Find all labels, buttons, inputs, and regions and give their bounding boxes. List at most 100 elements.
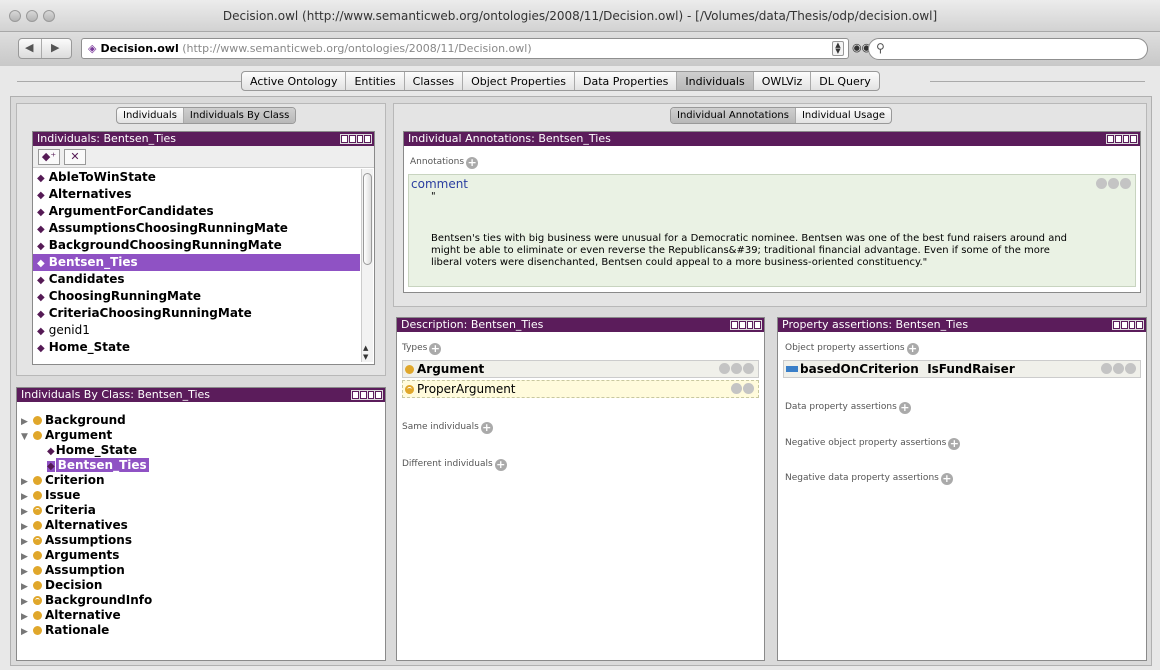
annotations-section: Annotations +: [410, 155, 479, 169]
seg-individuals-by-class[interactable]: Individuals By Class: [183, 108, 296, 123]
edit-icon[interactable]: [743, 363, 754, 374]
annotation-row[interactable]: comment " Bentsen's ties with big busine…: [408, 174, 1136, 287]
collapsed-arrow-icon[interactable]: ▶: [21, 625, 33, 640]
tab-owlviz[interactable]: OWLViz: [754, 72, 812, 90]
seg-individual-usage[interactable]: Individual Usage: [796, 108, 891, 123]
back-arrow-icon[interactable]: ◀: [25, 41, 33, 54]
scroll-down-icon[interactable]: ▼: [363, 353, 368, 361]
individual-icon: ◆: [37, 241, 45, 252]
annotation-text: Bentsen's ties with big business were un…: [431, 233, 1068, 268]
forward-arrow-icon[interactable]: ▶: [51, 41, 59, 54]
tree-individual-node[interactable]: ◆ Bentsen_Ties: [21, 458, 381, 473]
different-individuals-label: Different individuals: [402, 459, 493, 469]
tree-class-node[interactable]: ▶ Criteria: [21, 503, 381, 518]
same-individuals-section: Same individuals +: [402, 420, 493, 434]
tree-individual-node[interactable]: ◆Home_State: [21, 443, 381, 458]
add-annotation-icon[interactable]: +: [466, 157, 479, 169]
tree-class-node[interactable]: ▶ Alternatives: [21, 518, 381, 533]
tab-active-ontology[interactable]: Active Ontology: [242, 72, 347, 90]
tree-class-node[interactable]: ▶ Background: [21, 413, 381, 428]
tree-class-node[interactable]: ▶ Assumption: [21, 563, 381, 578]
individual-label: ChoosingRunningMate: [48, 289, 201, 303]
ontology-dropdown-arrow[interactable]: ▲ ▼: [832, 41, 844, 56]
view-controls-icon[interactable]: [730, 320, 762, 330]
annotations-panel-title: Individual Annotations: Bentsen_Ties: [408, 132, 611, 145]
individuals-panel-title: Individuals: Bentsen_Ties: [37, 132, 177, 145]
expanded-arrow-icon[interactable]: ▼: [21, 430, 33, 445]
individual-item[interactable]: ◆ Alternatives: [33, 186, 360, 203]
add-different-individual-icon[interactable]: +: [494, 459, 507, 471]
individual-item[interactable]: ◆ BackgroundChoosingRunningMate: [33, 237, 360, 254]
tree-class-node[interactable]: ▶ Assumptions: [21, 533, 381, 548]
tree-class-node[interactable]: ▶ Criterion: [21, 473, 381, 488]
individual-item[interactable]: ◆ AbleToWinState: [33, 169, 360, 186]
info-icon[interactable]: [1101, 363, 1112, 374]
property-assertions-panel: Property assertions: Bentsen_Ties Object…: [777, 317, 1147, 661]
view-controls-icon[interactable]: [340, 134, 372, 144]
individual-item[interactable]: ◆ ArgumentForCandidates: [33, 203, 360, 220]
individual-item[interactable]: ◆ genid1: [33, 322, 360, 339]
inferred-type-row[interactable]: ProperArgument: [402, 380, 759, 398]
tab-entities[interactable]: Entities: [346, 72, 405, 90]
tree-node-label: Decision: [45, 578, 103, 592]
different-individuals-section: Different individuals +: [402, 457, 507, 471]
add-negative-object-assertion-icon[interactable]: +: [948, 438, 961, 450]
add-object-assertion-icon[interactable]: +: [906, 343, 919, 355]
delete-icon[interactable]: [1113, 363, 1124, 374]
delete-individual-icon[interactable]: ✕: [64, 149, 86, 165]
tree-class-node[interactable]: ▶ BackgroundInfo: [21, 593, 381, 608]
add-individual-icon[interactable]: ◆⁺: [38, 149, 60, 165]
explain-icon[interactable]: [731, 383, 742, 394]
add-negative-data-assertion-icon[interactable]: +: [940, 473, 953, 485]
view-controls-icon[interactable]: [1106, 134, 1138, 144]
info-icon[interactable]: [1096, 178, 1107, 189]
object-assertion-row[interactable]: basedOnCriterion IsFundRaiser: [783, 360, 1141, 378]
tree-class-node[interactable]: ▶ Rationale: [21, 623, 381, 638]
add-same-individual-icon[interactable]: +: [480, 422, 493, 434]
defined-class-icon: [405, 385, 414, 394]
info-icon[interactable]: [743, 383, 754, 394]
search-input[interactable]: ⚲: [868, 38, 1148, 60]
individual-item[interactable]: ◆ Candidates: [33, 271, 360, 288]
individuals-scrollbar[interactable]: ▲ ▼: [361, 169, 373, 362]
tree-node-label: Alternatives: [45, 518, 128, 532]
info-icon[interactable]: [719, 363, 730, 374]
individual-label: CriteriaChoosingRunningMate: [48, 306, 252, 320]
individual-item[interactable]: ◆ CriteriaChoosingRunningMate: [33, 305, 360, 322]
individual-label: AssumptionsChoosingRunningMate: [48, 221, 288, 235]
individual-item[interactable]: ◆ AssumptionsChoosingRunningMate: [33, 220, 360, 237]
individual-item[interactable]: ◆ Home_State: [33, 339, 360, 356]
tree-class-node[interactable]: ▶ Arguments: [21, 548, 381, 563]
ontology-selector[interactable]: ◈ Decision.owl (http://www.semanticweb.or…: [81, 38, 849, 59]
view-controls-icon[interactable]: [1112, 320, 1144, 330]
scroll-up-icon[interactable]: ▲: [363, 344, 368, 352]
type-row[interactable]: Argument: [402, 360, 759, 378]
individual-label: Alternatives: [48, 187, 132, 201]
edit-icon[interactable]: [1120, 178, 1131, 189]
tree-class-node[interactable]: ▶ Issue: [21, 488, 381, 503]
tab-individuals[interactable]: Individuals: [677, 72, 754, 90]
delete-icon[interactable]: [731, 363, 742, 374]
add-type-icon[interactable]: +: [429, 343, 442, 355]
view-controls-icon[interactable]: [351, 390, 383, 400]
negative-data-assertions-label: Negative data property assertions: [785, 473, 939, 483]
individuals-panel: Individuals: Bentsen_Ties ◆⁺ ✕ ◆ AbleToWi…: [32, 131, 375, 365]
tree-class-node[interactable]: ▼ Argument: [21, 428, 381, 443]
scrollbar-thumb[interactable]: [363, 173, 372, 265]
delete-icon[interactable]: [1108, 178, 1119, 189]
tab-classes[interactable]: Classes: [405, 72, 464, 90]
history-nav-buttons[interactable]: ◀ ▶: [18, 38, 72, 59]
individual-item[interactable]: ◆ ChoosingRunningMate: [33, 288, 360, 305]
tree-class-node[interactable]: ▶ Decision: [21, 578, 381, 593]
seg-individual-annotations[interactable]: Individual Annotations: [671, 108, 796, 123]
tab-dl-query[interactable]: DL Query: [811, 72, 879, 90]
individual-item[interactable]: ◆ Bentsen_Ties: [33, 254, 360, 271]
tab-data-properties[interactable]: Data Properties: [575, 72, 678, 90]
edit-icon[interactable]: [1125, 363, 1136, 374]
add-data-assertion-icon[interactable]: +: [898, 402, 911, 414]
individuals-by-class-panel: Individuals By Class: Bentsen_Ties ▶ Back…: [16, 387, 386, 661]
seg-individuals[interactable]: Individuals: [117, 108, 184, 123]
tree-class-node[interactable]: ▶ Alternative: [21, 608, 381, 623]
tab-object-properties[interactable]: Object Properties: [463, 72, 576, 90]
individual-icon: ◆: [47, 446, 55, 457]
